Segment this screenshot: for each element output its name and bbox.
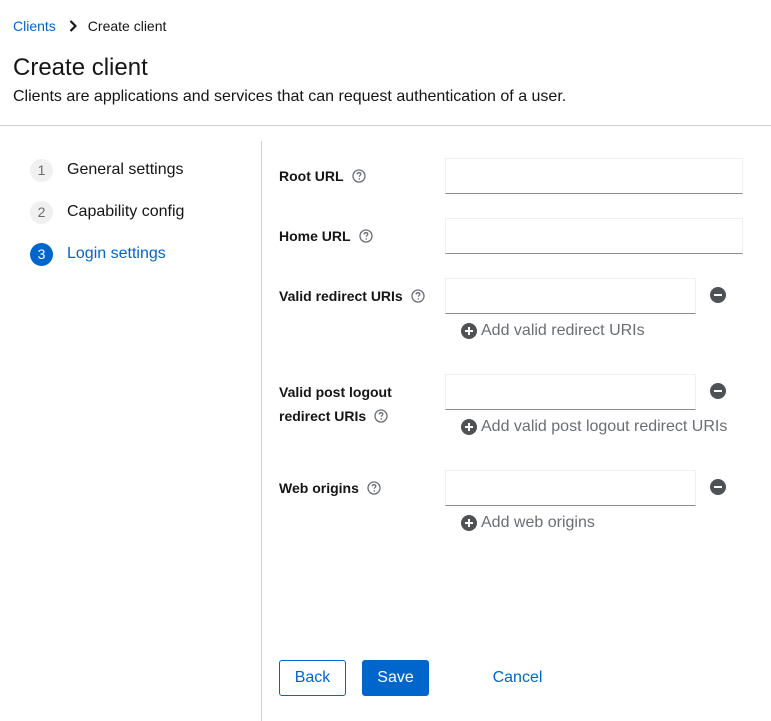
add-link-label: Add web origins xyxy=(481,514,595,531)
root-url-label-text: Root URL xyxy=(279,168,344,184)
valid-redirect-uris-label-text: Valid redirect URIs xyxy=(279,288,403,304)
question-circle-icon[interactable] xyxy=(351,169,366,183)
add-valid-post-logout-button[interactable]: Add valid post logout redirect URIs xyxy=(461,418,727,436)
step-label: Login settings xyxy=(67,245,166,262)
vertical-divider xyxy=(261,141,262,721)
home-url-label-text: Home URL xyxy=(279,228,351,244)
step-label: Capability config xyxy=(67,203,185,220)
wizard-step-capability-config[interactable]: 2 Capability config xyxy=(30,200,250,224)
valid-post-logout-input[interactable] xyxy=(445,374,696,410)
remove-web-origin-button[interactable] xyxy=(710,479,728,497)
plus-circle-icon xyxy=(461,419,477,435)
plus-circle-icon xyxy=(461,515,477,531)
add-link-label: Add valid redirect URIs xyxy=(481,322,645,339)
minus-circle-icon xyxy=(710,383,726,399)
add-valid-redirect-uris-button[interactable]: Add valid redirect URIs xyxy=(461,322,645,340)
chevron-right-icon xyxy=(64,19,82,33)
question-circle-icon[interactable] xyxy=(358,229,373,243)
question-circle-icon[interactable] xyxy=(367,481,381,495)
breadcrumb: Clients Create client xyxy=(13,18,166,34)
root-url-input[interactable] xyxy=(445,158,743,194)
step-label: General settings xyxy=(67,161,184,178)
add-link-label: Add valid post logout redirect URIs xyxy=(481,418,728,435)
breadcrumb-current: Create client xyxy=(87,18,167,34)
wizard-step-login-settings[interactable]: 3 Login settings xyxy=(30,242,250,266)
valid-post-logout-label: Valid post logout redirect URIs xyxy=(279,380,392,428)
web-origins-label-text: Web origins xyxy=(279,480,359,496)
valid-redirect-uris-input[interactable] xyxy=(445,278,696,314)
page-description: Clients are applications and services th… xyxy=(13,88,567,105)
cancel-button[interactable]: Cancel xyxy=(480,660,555,696)
step-number: 3 xyxy=(30,242,53,266)
add-web-origins-button[interactable]: Add web origins xyxy=(461,514,595,532)
question-circle-icon[interactable] xyxy=(374,409,388,423)
valid-post-logout-label-line1: Valid post logout xyxy=(279,384,392,400)
valid-post-logout-label-line2-wrap: redirect URIs xyxy=(279,404,388,428)
valid-post-logout-label-line2: redirect URIs xyxy=(279,408,367,424)
breadcrumb-clients-link[interactable]: Clients xyxy=(13,18,56,34)
minus-circle-icon xyxy=(710,287,726,303)
minus-circle-icon xyxy=(710,479,726,495)
root-url-label: Root URL xyxy=(279,164,366,188)
question-circle-icon[interactable] xyxy=(411,289,425,303)
page-title: Create client xyxy=(13,54,148,81)
remove-redirect-uri-button[interactable] xyxy=(710,287,728,305)
plus-circle-icon xyxy=(461,323,477,339)
home-url-input[interactable] xyxy=(445,218,743,254)
step-number: 2 xyxy=(30,200,53,224)
header-divider xyxy=(0,125,771,126)
save-button[interactable]: Save xyxy=(362,660,429,696)
step-number: 1 xyxy=(30,158,53,182)
web-origins-input[interactable] xyxy=(445,470,696,506)
valid-redirect-uris-label: Valid redirect URIs xyxy=(279,284,425,308)
web-origins-label: Web origins xyxy=(279,476,381,500)
wizard-step-general-settings[interactable]: 1 General settings xyxy=(30,158,250,182)
remove-post-logout-uri-button[interactable] xyxy=(710,383,728,401)
back-button[interactable]: Back xyxy=(279,660,346,696)
wizard-nav: 1 General settings 2 Capability config 3… xyxy=(30,158,250,284)
home-url-label: Home URL xyxy=(279,224,373,248)
